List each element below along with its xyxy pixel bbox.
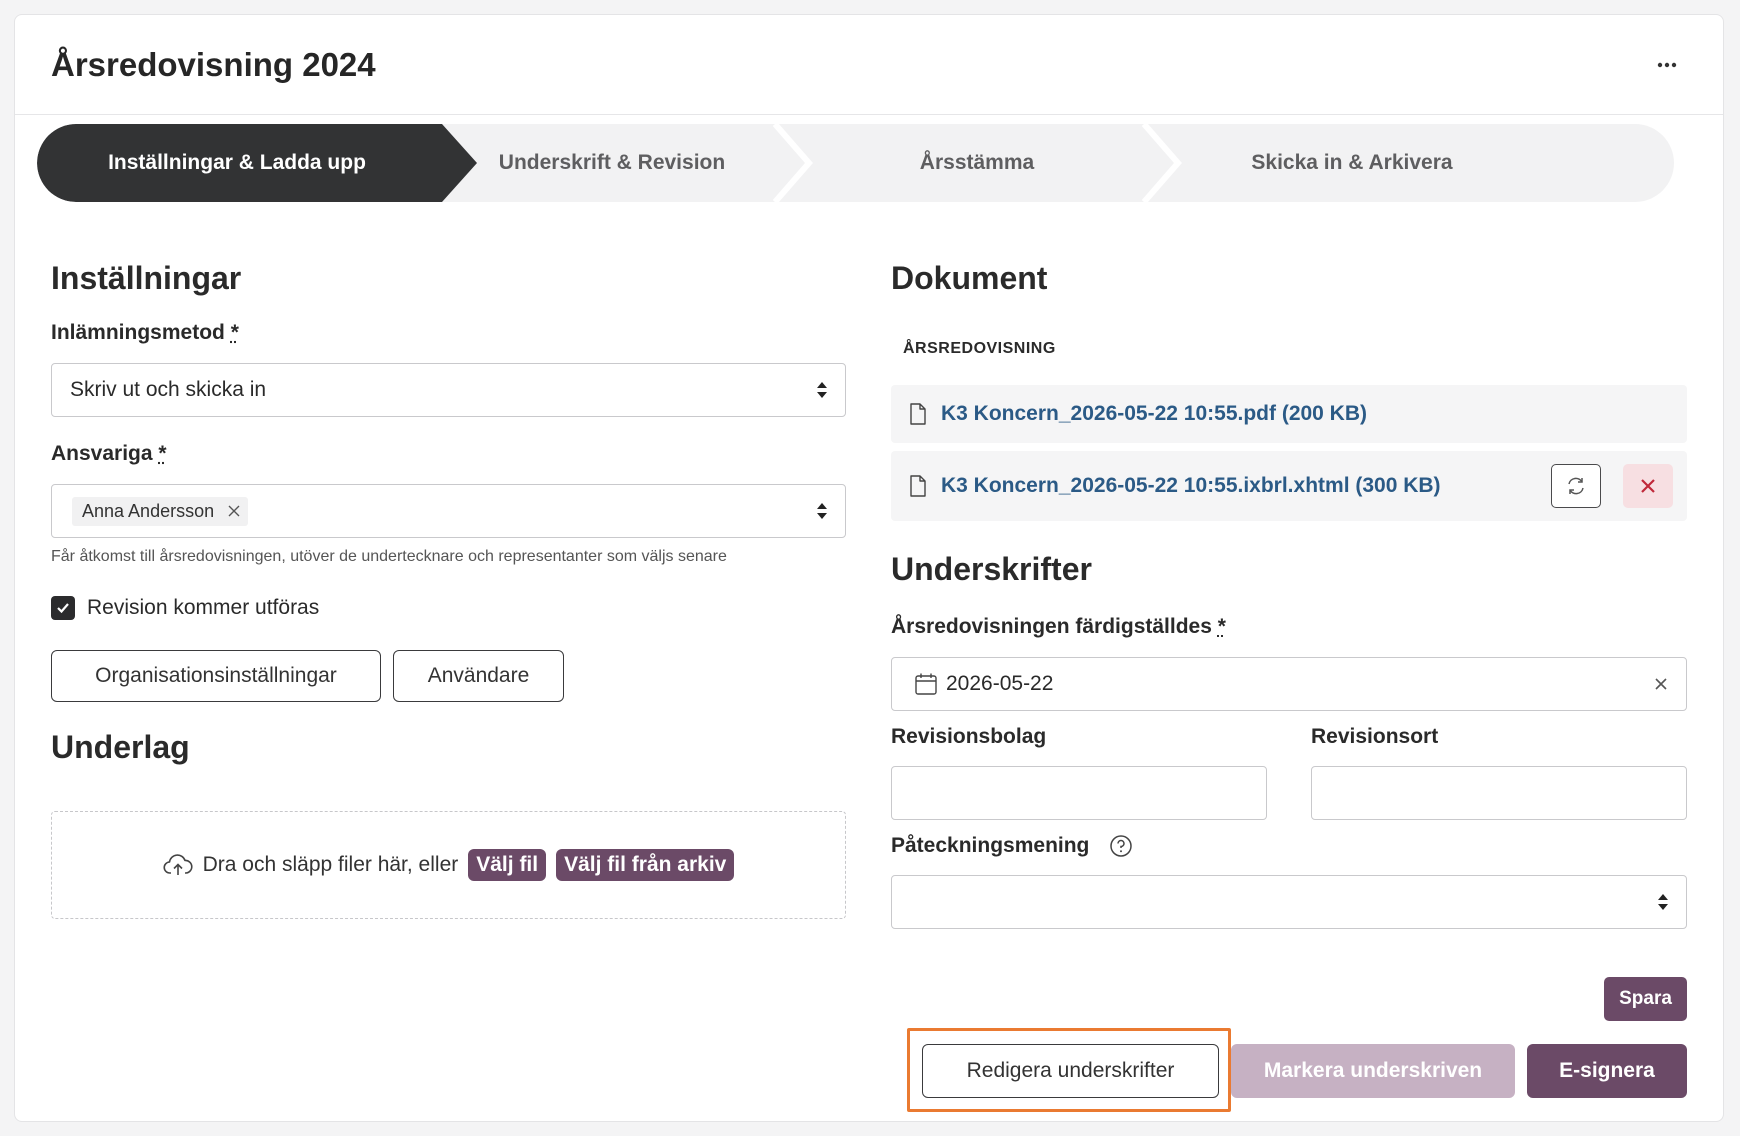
save-button[interactable]: Spara <box>1604 977 1687 1021</box>
audit-city-input[interactable] <box>1311 766 1687 820</box>
responsible-help-text: Får åtkomst till årsredovisningen, utöve… <box>51 548 727 565</box>
endorsement-label: Påteckningsmening <box>891 834 1090 857</box>
responsible-select[interactable]: Anna Andersson <box>51 484 846 538</box>
esign-button[interactable]: E-signera <box>1527 1044 1687 1098</box>
org-settings-button[interactable]: Organisationsinställningar <box>51 650 381 702</box>
step-annual-meeting[interactable]: Årsstämma <box>797 124 1157 202</box>
audit-firm-input[interactable] <box>891 766 1267 820</box>
refresh-icon <box>1568 477 1584 495</box>
help-icon[interactable] <box>1109 834 1133 858</box>
close-icon <box>1641 479 1655 493</box>
annual-report-section-label: ÅRSREDOVISNING <box>903 340 1056 357</box>
page-title: Årsredovisning 2024 <box>51 45 376 83</box>
select-updown-icon <box>817 382 827 398</box>
method-select-value: Skriv ut och skicka in <box>70 378 267 401</box>
refresh-document-button[interactable] <box>1551 464 1601 508</box>
underlag-heading: Underlag <box>51 729 190 765</box>
dropzone-text: Dra och släpp filer här, eller <box>202 853 459 876</box>
calendar-icon <box>915 673 937 695</box>
select-updown-icon <box>1658 894 1668 910</box>
responsible-label: Ansvariga * <box>51 442 167 466</box>
revision-checkbox[interactable] <box>51 596 75 620</box>
required-mark: * <box>158 442 167 465</box>
settings-heading: Inställningar <box>51 260 242 296</box>
endorsement-label-row: Påteckningsmening <box>891 834 1133 858</box>
document-row: K3 Koncern_2026-05-22 10:55.pdf (200 KB) <box>891 385 1687 443</box>
mark-signed-button[interactable]: Markera underskriven <box>1231 1044 1515 1098</box>
endorsement-select[interactable] <box>891 875 1687 929</box>
choose-from-archive-button[interactable]: Välj fil från arkiv <box>556 849 735 881</box>
choose-file-button[interactable]: Välj fil <box>468 849 547 881</box>
required-mark: * <box>230 321 239 344</box>
completed-date-label-text: Årsredovisningen färdigställdes <box>891 615 1212 638</box>
users-button[interactable]: Användare <box>393 650 564 702</box>
card-header: Årsredovisning 2024 <box>15 15 1723 115</box>
signatures-heading: Underskrifter <box>891 551 1092 587</box>
completed-date-value: 2026-05-22 <box>946 672 1054 695</box>
revision-checkbox-row[interactable]: Revision kommer utföras <box>51 596 319 620</box>
responsible-label-text: Ansvariga <box>51 442 153 465</box>
method-label-text: Inlämningsmetod <box>51 321 225 344</box>
file-icon <box>910 475 926 497</box>
clear-date-icon[interactable] <box>1654 677 1668 691</box>
delete-document-button[interactable] <box>1623 464 1673 508</box>
method-select[interactable]: Skriv ut och skicka in <box>51 363 846 417</box>
responsible-chip: Anna Andersson <box>72 496 249 526</box>
audit-city-label: Revisionsort <box>1311 725 1439 748</box>
audit-firm-label: Revisionsbolag <box>891 725 1047 748</box>
document-link[interactable]: K3 Koncern_2026-05-22 10:55.ixbrl.xhtml … <box>941 474 1441 498</box>
completed-date-label: Årsredovisningen färdigställdes * <box>891 615 1226 639</box>
progress-stepper: Inställningar & Ladda upp Underskrift & … <box>37 124 1674 202</box>
check-icon <box>57 603 69 614</box>
chip-label: Anna Andersson <box>82 500 215 521</box>
required-mark: * <box>1217 615 1226 638</box>
step-signature-revision[interactable]: Underskrift & Revision <box>437 124 787 202</box>
select-updown-icon <box>817 503 827 519</box>
completed-date-input[interactable]: 2026-05-22 <box>891 657 1687 711</box>
document-row: K3 Koncern_2026-05-22 10:55.ixbrl.xhtml … <box>891 451 1687 521</box>
cloud-upload-icon <box>163 854 193 875</box>
revision-checkbox-label: Revision kommer utföras <box>87 596 320 619</box>
document-link[interactable]: K3 Koncern_2026-05-22 10:55.pdf (200 KB) <box>941 402 1367 426</box>
step-settings-upload[interactable]: Inställningar & Ladda upp <box>37 124 437 202</box>
chip-remove-icon[interactable] <box>228 505 240 517</box>
file-icon <box>910 403 926 425</box>
more-horizontal-icon[interactable] <box>1647 45 1687 85</box>
method-label: Inlämningsmetod * <box>51 321 239 345</box>
edit-signatures-button[interactable]: Redigera underskrifter <box>922 1044 1219 1098</box>
documents-heading: Dokument <box>891 260 1048 296</box>
step-submit-archive[interactable]: Skicka in & Arkivera <box>1167 124 1537 202</box>
file-dropzone[interactable]: Dra och släpp filer här, eller Välj fil … <box>51 811 846 919</box>
